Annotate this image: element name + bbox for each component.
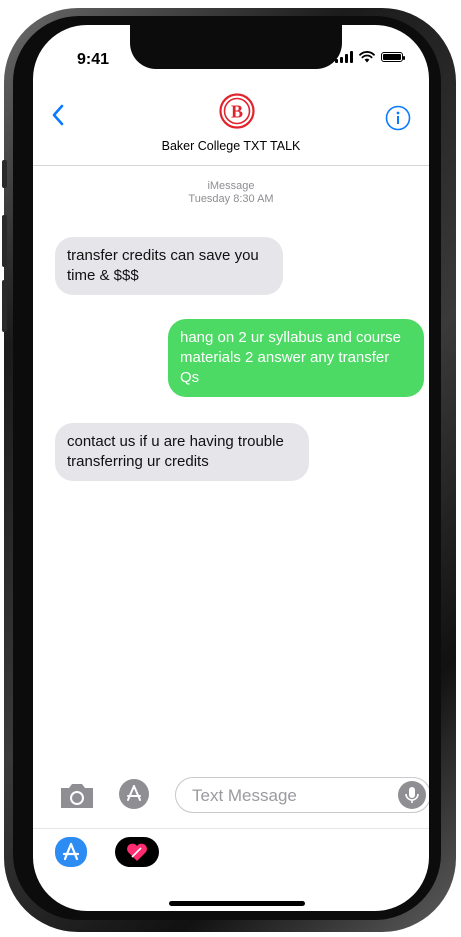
app-store-button[interactable] [119, 779, 149, 809]
camera-icon[interactable] [59, 782, 95, 810]
message-timestamp: Tuesday 8:30 AM [188, 193, 274, 205]
incoming-message: contact us if u are having trouble trans… [55, 423, 309, 481]
status-time: 9:41 [77, 51, 110, 68]
app-store-app-button[interactable] [55, 837, 87, 867]
microphone-icon [405, 787, 419, 803]
status-icons [335, 51, 405, 63]
messages-screen: 9:41 B Baker College TXT TALK iMessage T… [33, 25, 429, 911]
wifi-icon [359, 51, 375, 63]
contact-logo[interactable]: B [219, 93, 255, 129]
conversation-header: B Baker College TXT TALK [33, 85, 429, 166]
app-drawer-divider [33, 828, 429, 829]
battery-icon [381, 52, 405, 62]
message-service-label: iMessage [207, 180, 255, 192]
back-chevron-icon[interactable] [47, 103, 71, 127]
message-input-field[interactable] [175, 777, 429, 813]
signal-icon [335, 51, 353, 63]
dictation-button[interactable] [398, 781, 426, 809]
info-icon[interactable] [385, 105, 411, 131]
heart-icon [127, 843, 147, 861]
volume-down-button [2, 280, 7, 332]
digital-touch-app-button[interactable] [115, 837, 159, 867]
notch [130, 25, 342, 69]
home-indicator[interactable] [169, 901, 305, 906]
incoming-message: transfer credits can save you time & $$$ [55, 237, 283, 295]
outgoing-message: hang on 2 ur syllabus and course materia… [168, 319, 424, 397]
message-input[interactable] [190, 784, 384, 808]
logo-letter: B [231, 102, 243, 122]
app-store-icon [127, 785, 141, 801]
volume-up-button [2, 215, 7, 267]
app-store-icon [62, 842, 80, 861]
contact-name[interactable]: Baker College TXT TALK [33, 139, 429, 153]
mute-switch [2, 160, 7, 188]
